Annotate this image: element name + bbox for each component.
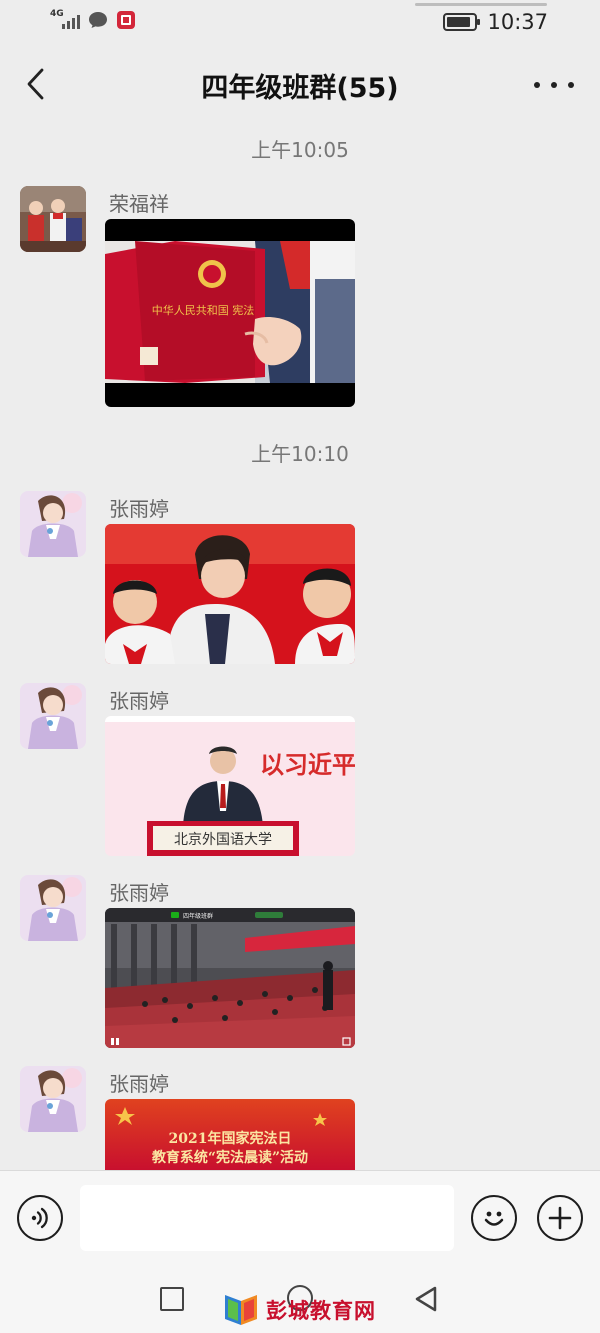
more-dots-icon	[534, 82, 540, 88]
message-image[interactable]: 以习近平 北京外国语大学	[105, 716, 355, 856]
sender-name: 张雨婷	[109, 689, 169, 713]
status-bar-left: 4G	[50, 9, 136, 30]
image-banner-text: 以习近平	[260, 751, 355, 779]
avatar[interactable]	[20, 875, 86, 941]
more-button[interactable]	[534, 70, 574, 100]
message-image[interactable]: 中华人民共和国 宪法	[105, 219, 355, 407]
voice-icon	[31, 1207, 48, 1229]
avatar[interactable]	[20, 491, 86, 557]
sender-name: 荣福祥	[109, 192, 169, 216]
app-notification-icon	[116, 10, 136, 30]
watermark-text: 彭城教育网	[266, 1298, 376, 1323]
recent-apps-button[interactable]	[160, 1287, 184, 1311]
message-image[interactable]	[105, 524, 355, 664]
book-logo-icon	[225, 1295, 257, 1325]
status-bar-indicator	[415, 3, 547, 6]
image-title-line2: 教育系统“宪法晨读”活动	[152, 1149, 308, 1166]
nav-back-button[interactable]	[413, 1285, 439, 1317]
sender-name: 张雨婷	[109, 497, 169, 521]
podium-sign-text: 北京外国语大学	[174, 832, 272, 848]
message-image[interactable]: 2021年国家宪法日 教育系统“宪法晨读”活动	[105, 1099, 355, 1170]
watermark: 彭城教育网	[222, 1293, 376, 1327]
message-input-bar	[0, 1170, 600, 1265]
plus-icon	[548, 1206, 572, 1230]
sender-name: 张雨婷	[109, 1072, 169, 1096]
message-video[interactable]: 四年级班群	[105, 908, 355, 1048]
signal-icon: 4G	[50, 9, 80, 30]
avatar[interactable]	[20, 683, 86, 749]
avatar[interactable]	[20, 186, 86, 252]
chat-timestamp: 上午10:10	[251, 442, 349, 466]
status-bar: 4G 10:37	[0, 0, 600, 44]
status-time: 10:37	[487, 10, 548, 34]
chat-header: 四年级班群(55)	[0, 48, 600, 118]
video-caption: 四年级班群	[183, 912, 213, 920]
status-bar-right: 10:37	[443, 10, 548, 34]
chat-timestamp: 上午10:05	[251, 138, 349, 162]
sender-name: 张雨婷	[109, 881, 169, 905]
voice-button[interactable]	[17, 1195, 63, 1241]
chat-title: 四年级班群(55)	[201, 73, 399, 104]
image-book-title: 中华人民共和国 宪法	[152, 303, 255, 317]
plus-button[interactable]	[537, 1195, 583, 1241]
image-title-line1: 2021年国家宪法日	[169, 1130, 292, 1147]
triangle-back-icon	[415, 1286, 437, 1312]
emoji-button[interactable]	[471, 1195, 517, 1241]
message-input[interactable]	[80, 1185, 454, 1251]
chat-bubble-icon	[88, 10, 108, 30]
emoji-icon	[484, 1211, 504, 1226]
system-nav-bar: 彭城教育网	[0, 1265, 600, 1333]
battery-icon	[443, 13, 481, 31]
avatar[interactable]	[20, 1066, 86, 1132]
